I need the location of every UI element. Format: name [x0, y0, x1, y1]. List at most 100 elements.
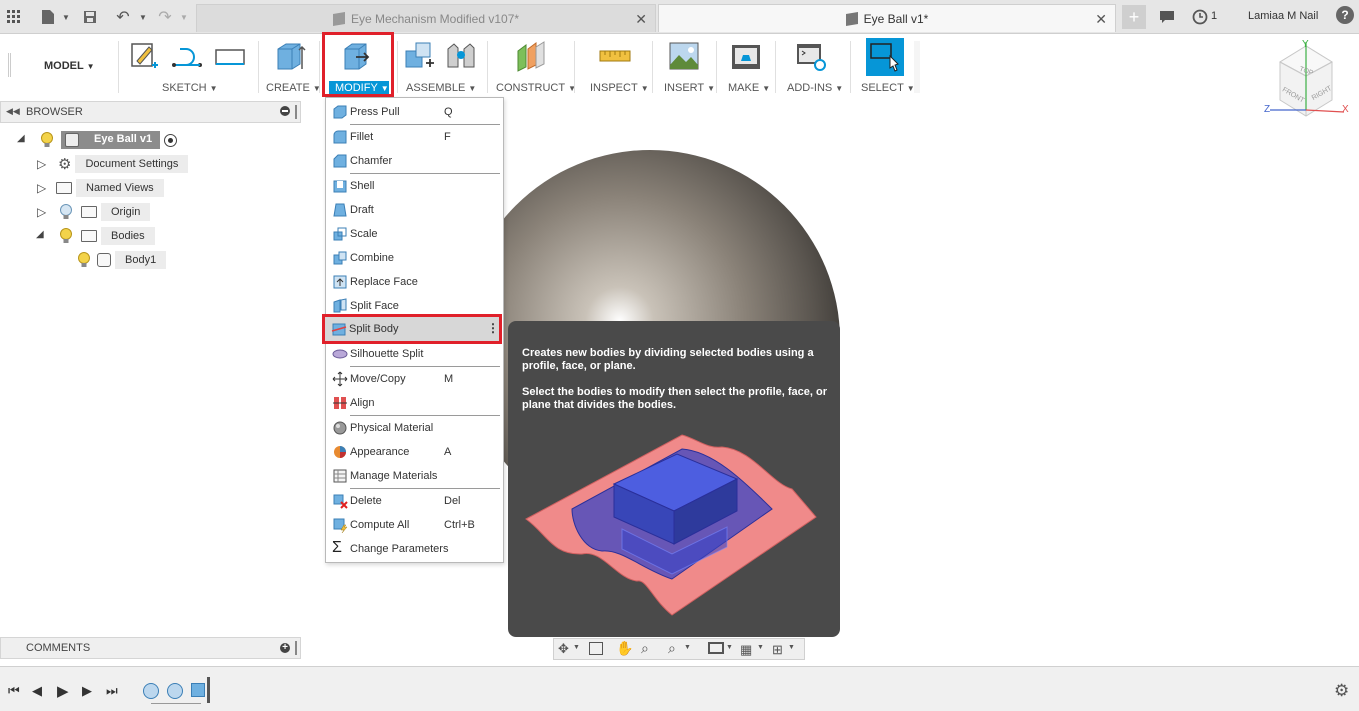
redo-icon[interactable]: ↷ — [155, 7, 175, 27]
create-sketch-icon[interactable] — [128, 39, 162, 73]
new-tab-icon[interactable]: + — [1122, 5, 1146, 29]
visibility-bulb-icon[interactable] — [40, 131, 54, 152]
workspace-switcher[interactable]: MODEL ▼ — [44, 60, 95, 72]
activate-radio-icon[interactable] — [164, 134, 177, 147]
grid-icon[interactable]: ▦ — [740, 642, 752, 658]
close-icon[interactable]: ✕ — [635, 11, 647, 28]
add-comment-icon[interactable]: + — [280, 643, 290, 653]
bodies-node[interactable]: Bodies — [81, 226, 155, 246]
chevron-down-icon[interactable]: ▼ — [684, 644, 691, 651]
inspect-menu[interactable]: INSPECT ▼ — [590, 82, 649, 94]
undo-icon[interactable]: ↶ — [113, 7, 133, 27]
tab-eye-mechanism[interactable]: Eye Mechanism Modified v107* ✕ — [196, 4, 656, 32]
menu-item-silhouette-split[interactable]: Silhouette Split — [326, 342, 503, 366]
menu-item-chamfer[interactable]: Chamfer — [326, 149, 503, 173]
look-at-icon[interactable] — [589, 642, 603, 655]
rectangle-sketch-icon[interactable] — [213, 39, 247, 73]
addins-menu[interactable]: ADD-INS ▼ — [787, 82, 843, 94]
save-icon[interactable] — [80, 7, 100, 27]
chevron-down-icon[interactable]: ▼ — [573, 644, 580, 651]
zoom-window-icon[interactable]: ⌕ — [668, 640, 676, 657]
display-settings-icon[interactable] — [708, 642, 724, 654]
menu-item-appearance[interactable]: Appearance A — [326, 440, 503, 464]
go-to-end-icon[interactable]: ⏭ — [106, 683, 118, 699]
file-icon[interactable] — [38, 7, 58, 27]
insert-image-icon[interactable] — [667, 39, 701, 73]
timeline-marker[interactable] — [207, 677, 210, 703]
expand-arrow-icon[interactable]: ▷ — [37, 157, 46, 171]
menu-item-combine[interactable]: Combine — [326, 246, 503, 270]
menu-item-split-body[interactable]: Split Body ⋮ — [325, 317, 499, 341]
app-grid-icon[interactable] — [4, 7, 24, 27]
menu-item-shell[interactable]: Shell — [326, 174, 503, 198]
insert-menu[interactable]: INSERT ▼ — [664, 82, 715, 94]
modify-menu-button[interactable]: MODIFY ▼ — [329, 81, 389, 94]
help-icon[interactable]: ? — [1336, 6, 1354, 24]
menu-item-align[interactable]: Align — [326, 391, 503, 415]
viewcube[interactable]: TOP FRONT RIGHT Y X Z — [1258, 39, 1354, 128]
jobs-clock-icon[interactable] — [1190, 7, 1210, 27]
viewports-icon[interactable]: ⊞ — [772, 642, 783, 658]
construct-menu[interactable]: CONSTRUCT ▼ — [496, 82, 576, 94]
more-options-icon[interactable]: ⋮ — [487, 321, 499, 335]
visibility-bulb-icon[interactable] — [59, 227, 73, 248]
collapse-arrow-icon[interactable]: ◢ — [17, 133, 25, 144]
menu-item-physical-material[interactable]: Physical Material — [326, 416, 503, 440]
origin-node[interactable]: Origin — [81, 202, 151, 222]
job-count[interactable]: 1 — [1211, 10, 1217, 22]
menu-item-compute-all[interactable]: Compute All Ctrl+B — [326, 513, 503, 537]
play-icon[interactable]: ▶ — [57, 682, 69, 700]
menu-item-press-pull[interactable]: Press Pull Q — [326, 100, 503, 124]
extrude-icon[interactable] — [272, 39, 306, 73]
timeline-settings-gear-icon[interactable]: ⚙ — [1334, 681, 1349, 701]
close-icon[interactable]: ✕ — [1095, 11, 1107, 28]
3d-print-icon[interactable] — [729, 39, 763, 73]
minimize-icon[interactable] — [280, 106, 290, 116]
menu-item-manage-materials[interactable]: Manage Materials — [326, 464, 503, 488]
new-component-icon[interactable] — [402, 39, 436, 73]
pan-hand-icon[interactable]: ✋ — [616, 640, 633, 657]
panel-grip-icon[interactable] — [295, 105, 297, 119]
menu-item-change-parameters[interactable]: Σ Change Parameters — [326, 537, 503, 561]
user-name[interactable]: Lamiaa M Nail — [1248, 10, 1318, 22]
offset-plane-icon[interactable] — [514, 39, 548, 73]
chevron-down-icon[interactable]: ▼ — [726, 644, 733, 651]
step-forward-icon[interactable]: ▶ — [82, 683, 92, 699]
panel-grip-icon[interactable] — [295, 641, 297, 655]
grip-handle[interactable] — [8, 53, 11, 77]
visibility-bulb-icon[interactable] — [77, 251, 91, 272]
menu-item-fillet[interactable]: Fillet F — [326, 125, 503, 149]
go-to-start-icon[interactable]: ⏮ — [8, 683, 20, 699]
menu-item-move-copy[interactable]: Move/Copy M — [326, 367, 503, 391]
step-back-icon[interactable]: ◀ — [32, 683, 42, 699]
document-settings-node[interactable]: ⚙ Document Settings — [56, 154, 189, 174]
named-views-node[interactable]: Named Views — [56, 178, 164, 198]
menu-item-delete[interactable]: Delete Del — [326, 489, 503, 513]
body1-node[interactable]: Body1 — [97, 250, 167, 270]
collapse-panel-icon[interactable]: ◀◀ — [6, 106, 20, 117]
redo-dropdown-icon[interactable]: ▼ — [174, 7, 194, 27]
joint-icon[interactable] — [444, 39, 478, 73]
orbit-icon[interactable]: ✥ — [558, 641, 569, 657]
zoom-icon[interactable]: ⌕ — [641, 640, 649, 657]
create-menu[interactable]: CREATE ▼ — [266, 82, 321, 94]
sketch-menu[interactable]: SKETCH ▼ — [162, 82, 218, 94]
root-component[interactable]: Eye Ball v1 — [61, 131, 160, 149]
collapse-arrow-icon[interactable]: ◢ — [36, 229, 44, 240]
select-menu[interactable]: SELECT ▼ — [861, 82, 915, 94]
scripts-addins-icon[interactable] — [794, 39, 828, 73]
expand-arrow-icon[interactable]: ▷ — [37, 181, 46, 195]
chevron-down-icon[interactable]: ▼ — [757, 644, 764, 651]
timeline-feature-sphere-icon[interactable] — [167, 683, 183, 699]
chevron-down-icon[interactable]: ▼ — [788, 644, 795, 651]
assemble-menu[interactable]: ASSEMBLE ▼ — [406, 82, 476, 94]
expand-arrow-icon[interactable]: ▷ — [37, 205, 46, 219]
tab-eye-ball[interactable]: Eye Ball v1* ✕ — [658, 4, 1116, 32]
press-pull-icon[interactable] — [340, 39, 374, 73]
timeline-feature-sphere-icon[interactable] — [143, 683, 159, 699]
menu-item-replace-face[interactable]: Replace Face — [326, 270, 503, 294]
visibility-bulb-off-icon[interactable] — [59, 203, 73, 224]
measure-icon[interactable] — [598, 39, 632, 73]
menu-item-scale[interactable]: Scale — [326, 222, 503, 246]
timeline-feature-extrude-icon[interactable] — [191, 683, 205, 697]
